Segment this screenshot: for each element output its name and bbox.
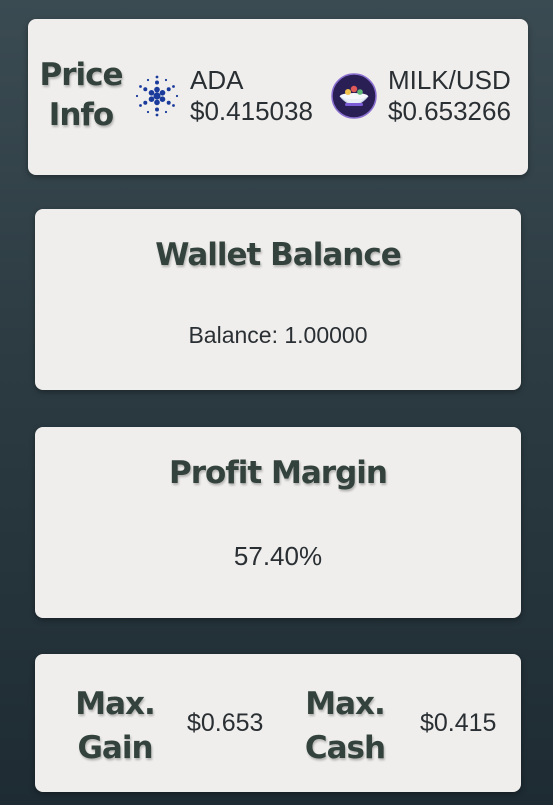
token-milk-symbol: MILK/USD [388,65,511,95]
token-ada-symbol: ADA [190,65,244,95]
cardano-logo-icon [135,75,179,117]
max-gain-value: $0.653 [187,709,264,737]
max-cash-label: Max. Cash [290,682,400,770]
wallet-balance-card: Wallet Balance Balance: 1.00000 [35,209,521,390]
price-info-card: Price Info ADA $0.415038 MILK/USD $0.653… [28,19,528,175]
max-cash-label-line1: Max. [305,686,386,722]
token-milk-text: MILK/USD $0.653266 [388,65,511,127]
profit-margin-title: Profit Margin [169,455,388,491]
token-ada-price: $0.415038 [190,96,313,126]
max-gain-label-line2: Gain [77,730,153,766]
profit-margin-card: Profit Margin 57.40% [35,427,521,618]
price-info-title: Price Info [36,55,126,135]
max-values-card: Max. Gain $0.653 Max. Cash $0.415 [35,654,521,792]
token-milk-price: $0.653266 [388,96,511,126]
price-info-title-line2: Info [48,97,114,133]
token-ada-text: ADA $0.415038 [190,65,313,127]
wallet-balance-title: Wallet Balance [155,237,401,273]
wallet-balance-value: Balance: 1.00000 [188,322,368,348]
max-gain-label-line1: Max. [75,686,156,722]
price-info-title-line1: Price [39,57,123,93]
max-cash-value: $0.415 [420,709,497,737]
max-gain-label: Max. Gain [60,682,170,770]
max-cash-label-line2: Cash [304,730,386,766]
profit-margin-value: 57.40% [233,541,323,571]
milk-bowl-logo-icon [331,73,377,119]
